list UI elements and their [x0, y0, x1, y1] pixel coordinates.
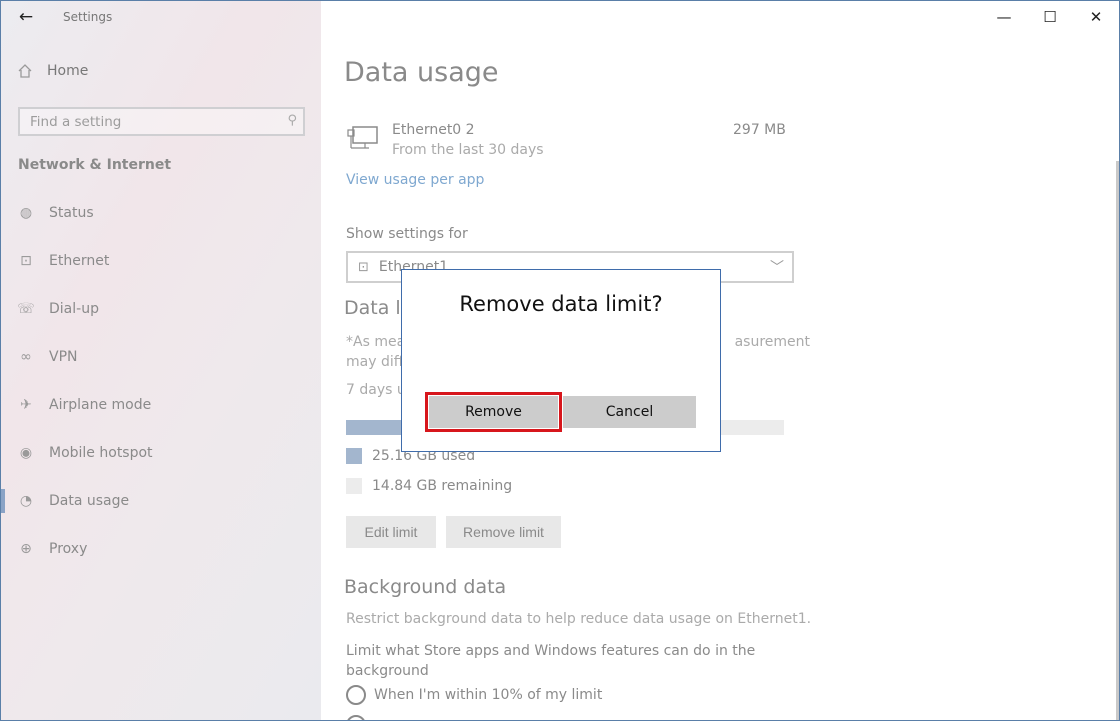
sidebar-item-label: Status [49, 205, 94, 221]
dialog-title: Remove data limit? [459, 292, 663, 316]
remove-data-limit-dialog: Remove data limit? Remove Cancel [401, 269, 721, 452]
sidebar-item-vpn[interactable]: ∞ VPN [1, 333, 321, 381]
data-limit-note-end: asurement [734, 334, 810, 350]
sidebar-item-proxy[interactable]: ⊕ Proxy [1, 525, 321, 573]
sidebar: ← Settings Home ⚲ Network & Internet ◍ S… [1, 1, 321, 720]
show-settings-label: Show settings for [346, 226, 468, 242]
dialup-icon: ☏ [17, 301, 35, 317]
settings-window: ← Settings Home ⚲ Network & Internet ◍ S… [0, 0, 1120, 721]
minimize-button[interactable]: — [984, 5, 1024, 29]
sidebar-item-label: Dial-up [49, 301, 99, 317]
network-select-icon: ⊡ [358, 259, 369, 275]
nav-list: ◍ Status ⊡ Ethernet ☏ Dial-up ∞ VPN ✈ Ai… [1, 189, 321, 573]
sidebar-item-dialup[interactable]: ☏ Dial-up [1, 285, 321, 333]
nav-home-label: Home [47, 63, 89, 79]
airplane-icon: ✈ [20, 397, 32, 413]
sidebar-item-label: Airplane mode [49, 397, 152, 413]
data-limit-title: Data li [344, 297, 406, 319]
background-data-title: Background data [344, 576, 507, 598]
ethernet-monitor-icon [347, 126, 378, 149]
used-swatch [346, 448, 362, 464]
search-box[interactable]: ⚲ [18, 107, 305, 136]
page-title: Data usage [344, 57, 499, 88]
sidebar-item-status[interactable]: ◍ Status [1, 189, 321, 237]
back-arrow-icon[interactable]: ← [13, 6, 39, 28]
data-limit-days: 7 days u [346, 382, 406, 398]
background-limit-label: Limit what Store apps and Windows featur… [346, 643, 756, 679]
search-icon[interactable]: ⚲ [287, 113, 297, 128]
section-title: Network & Internet [18, 157, 172, 173]
vpn-icon: ∞ [20, 349, 32, 365]
view-usage-link[interactable]: View usage per app [346, 172, 484, 188]
app-title: Settings [63, 10, 113, 24]
data-limit-note-start: *As mea [346, 334, 406, 350]
sidebar-item-label: Ethernet [49, 253, 110, 269]
radio-within-limit[interactable]: When I'm within 10% of my limit [346, 685, 602, 705]
ethernet-icon: ⊡ [20, 253, 32, 269]
radio-circle[interactable] [346, 715, 366, 720]
ethernet-size: 297 MB [733, 122, 786, 138]
remaining-label: 14.84 GB remaining [372, 478, 513, 494]
sidebar-item-label: Data usage [49, 493, 130, 509]
close-button[interactable]: ✕ [1076, 5, 1116, 29]
scrollbar[interactable] [1116, 161, 1119, 720]
nav-home[interactable]: Home [17, 63, 88, 79]
radio-circle[interactable] [346, 685, 366, 705]
maximize-button[interactable]: ☐ [1030, 5, 1070, 29]
edit-limit-button[interactable]: Edit limit [346, 516, 436, 548]
remove-limit-button[interactable]: Remove limit [446, 516, 561, 548]
radio-partial[interactable] [346, 715, 366, 720]
home-icon [18, 64, 32, 78]
proxy-icon: ⊕ [20, 541, 32, 557]
legend-remaining: 14.84 GB remaining [346, 478, 512, 494]
sidebar-item-mobile-hotspot[interactable]: ◉ Mobile hotspot [1, 429, 321, 477]
globe-icon: ◍ [19, 205, 33, 221]
chevron-down-icon: ﹀ [770, 260, 784, 276]
sidebar-item-label: Proxy [49, 541, 88, 557]
radio-label: When I'm within 10% of my limit [374, 687, 603, 703]
sidebar-item-ethernet[interactable]: ⊡ Ethernet [1, 237, 321, 285]
hotspot-icon: ◉ [19, 445, 33, 461]
sidebar-item-label: VPN [49, 349, 78, 365]
search-input[interactable] [20, 109, 270, 134]
remove-button[interactable]: Remove [425, 392, 562, 432]
sidebar-item-data-usage[interactable]: ◔ Data usage [1, 477, 321, 525]
ethernet-subtitle: From the last 30 days [392, 142, 544, 158]
data-usage-icon: ◔ [19, 493, 33, 509]
cancel-button[interactable]: Cancel [563, 396, 696, 428]
background-data-desc: Restrict background data to help reduce … [346, 611, 812, 627]
ethernet-name: Ethernet0 2 [392, 122, 475, 138]
sidebar-item-label: Mobile hotspot [49, 445, 153, 461]
sidebar-item-airplane-mode[interactable]: ✈ Airplane mode [1, 381, 321, 429]
remaining-swatch [346, 478, 362, 494]
